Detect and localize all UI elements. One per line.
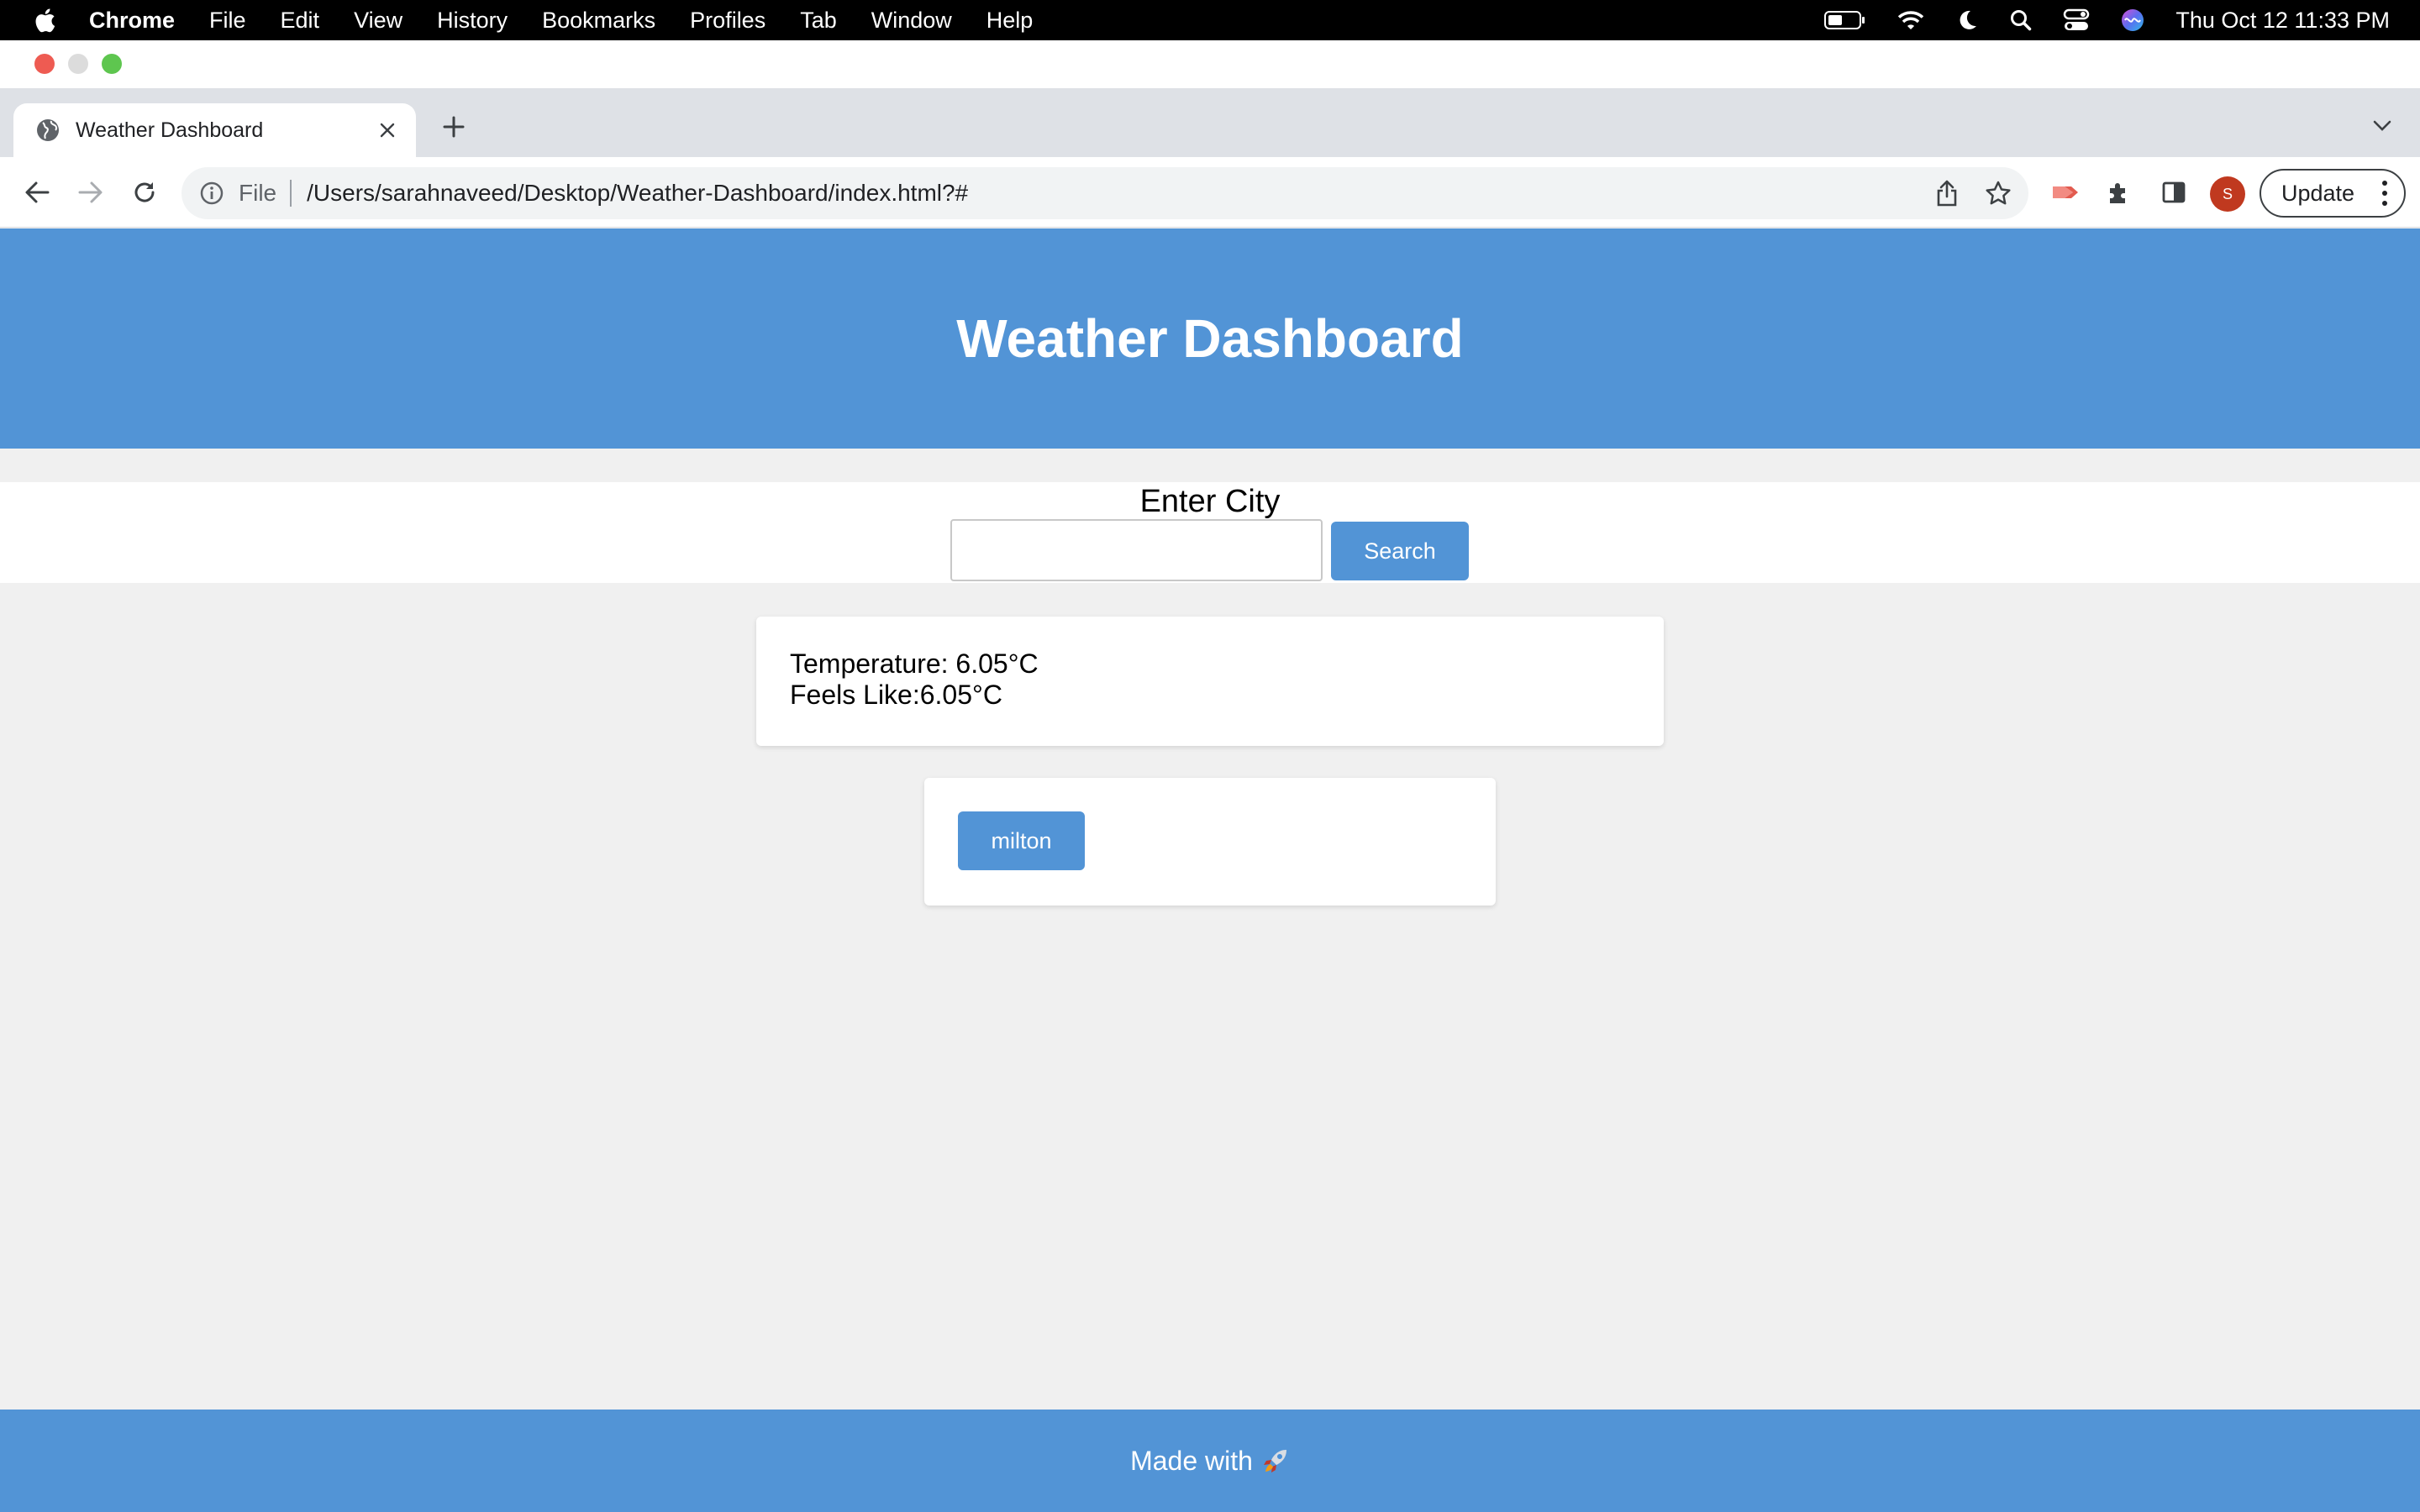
update-chrome-button[interactable]: Update (2260, 169, 2406, 218)
wifi-icon[interactable] (1897, 9, 1925, 31)
footer-text: Made with (1130, 1445, 1253, 1476)
new-tab-plus-icon[interactable] (439, 112, 469, 142)
menu-bookmarks[interactable]: Bookmarks (542, 8, 655, 34)
page-footer: Made with (0, 1410, 2420, 1512)
window-minimize-button[interactable] (68, 54, 88, 74)
screencastify-extension-icon[interactable] (2048, 176, 2081, 209)
more-menu-kebab-icon[interactable] (2381, 181, 2389, 206)
menu-app-name[interactable]: Chrome (89, 8, 175, 34)
site-info-icon[interactable] (198, 180, 225, 207)
menu-help[interactable]: Help (986, 8, 1034, 34)
menubar-clock[interactable]: Thu Oct 12 11:33 PM (2175, 8, 2390, 34)
rocket-icon (1261, 1446, 1290, 1475)
address-bar[interactable]: File /Users/sarahnaveed/Desktop/Weather-… (182, 167, 2028, 219)
menu-tab[interactable]: Tab (800, 8, 837, 34)
menu-file[interactable]: File (209, 8, 246, 34)
globe-icon (35, 118, 60, 143)
menu-history[interactable]: History (437, 8, 508, 34)
share-icon[interactable] (1933, 179, 1961, 207)
window-zoom-button[interactable] (102, 54, 122, 74)
profile-avatar[interactable]: S (2210, 176, 2245, 212)
tab-search-chevron-down-icon[interactable] (2370, 113, 2395, 139)
reload-icon[interactable] (128, 176, 161, 209)
browser-tab-strip: Weather Dashboard (0, 88, 2420, 157)
city-search-section: Enter City Search (0, 482, 2420, 583)
browser-tab-active[interactable]: Weather Dashboard (13, 103, 416, 157)
extensions-puzzle-icon[interactable] (2102, 176, 2136, 209)
search-button[interactable]: Search (1331, 522, 1469, 580)
focus-moon-icon[interactable] (1955, 8, 1979, 32)
search-history-card: milton (924, 778, 1496, 906)
control-center-icon[interactable] (2063, 8, 2090, 32)
bookmark-star-icon[interactable] (1983, 178, 2013, 208)
siri-icon[interactable] (2120, 8, 2145, 33)
side-panel-icon[interactable] (2157, 176, 2191, 209)
feels-like-text: Feels Like:6.05°C (790, 680, 1002, 710)
current-weather-card: Temperature: 6.05°C Feels Like:6.05°C (756, 617, 1664, 746)
web-page: Weather Dashboard Enter City Search Temp… (0, 228, 2420, 1512)
url-scheme-label: File (239, 180, 277, 206)
spotlight-search-icon[interactable] (2009, 8, 2033, 32)
address-separator (290, 180, 292, 207)
window-close-button[interactable] (34, 54, 55, 74)
tab-title: Weather Dashboard (76, 118, 264, 142)
history-city-button[interactable]: milton (958, 811, 1085, 870)
city-search-input[interactable] (950, 519, 1323, 581)
menu-profiles[interactable]: Profiles (690, 8, 765, 34)
status-area: Thu Oct 12 11:33 PM (1824, 0, 2390, 40)
tab-close-icon[interactable] (374, 117, 401, 144)
page-header: Weather Dashboard (0, 228, 2420, 449)
page-title: Weather Dashboard (956, 308, 1464, 369)
url-text[interactable]: /Users/sarahnaveed/Desktop/Weather-Dashb… (307, 180, 968, 207)
back-arrow-icon[interactable] (20, 176, 54, 209)
apple-logo-icon[interactable] (34, 8, 55, 33)
update-label: Update (2281, 180, 2355, 206)
browser-toolbar: File /Users/sarahnaveed/Desktop/Weather-… (0, 157, 2420, 228)
menu-window[interactable]: Window (871, 8, 952, 34)
temperature-text: Temperature: 6.05°C (790, 648, 1039, 679)
battery-icon[interactable] (1824, 10, 1866, 30)
forward-arrow-icon[interactable] (74, 176, 108, 209)
menu-edit[interactable]: Edit (281, 8, 320, 34)
city-search-label: Enter City (1139, 484, 1281, 519)
window-titlebar (0, 40, 2420, 88)
macos-menu-bar: Chrome File Edit View History Bookmarks … (0, 0, 2420, 40)
menu-view[interactable]: View (354, 8, 402, 34)
